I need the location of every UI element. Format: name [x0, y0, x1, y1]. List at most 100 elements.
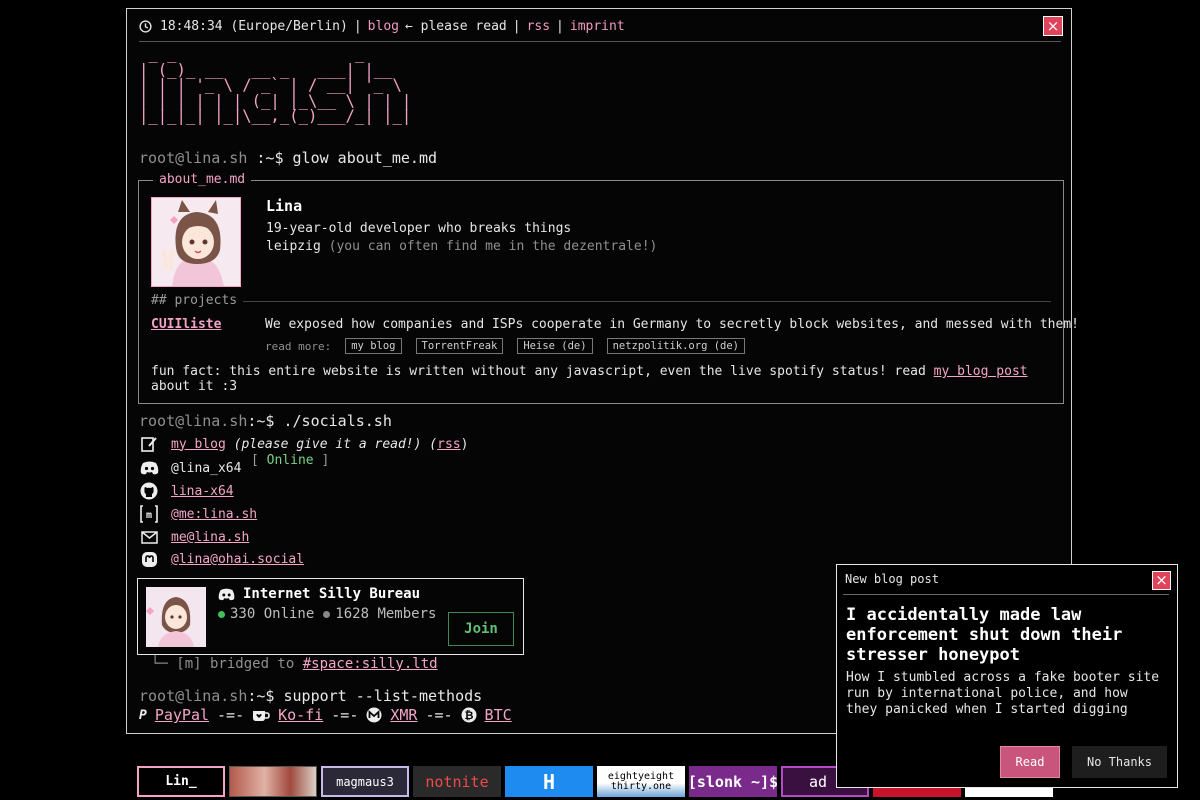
- server-stats: 330 Online 1628 Members: [218, 606, 436, 622]
- profile-name: Lina: [266, 197, 303, 215]
- social-matrix: m @me:lina.sh: [139, 504, 257, 524]
- clock-icon: [139, 19, 152, 33]
- fun-fact: fun fact: this entire website is written…: [151, 364, 1051, 394]
- fun-fact-end: about it :3: [151, 379, 238, 394]
- about-card: about_me.md Lina 19-year-old developer w…: [138, 172, 1079, 404]
- fun-fact-text: fun fact: this entire website is written…: [151, 364, 934, 379]
- bridge-prefix: └─ [m] bridged to: [151, 656, 303, 672]
- badge-lina[interactable]: Lin_: [137, 766, 225, 797]
- matrix-link[interactable]: @me:lina.sh: [171, 507, 257, 522]
- kofi-icon: [253, 710, 270, 721]
- status-close: ]: [313, 453, 330, 468]
- profile-bio: 19-year-old developer who breaks things: [266, 221, 572, 236]
- server-header: Internet Silly Bureau: [218, 586, 420, 602]
- read-button[interactable]: Read: [1000, 746, 1060, 778]
- separator: -=-: [217, 706, 245, 724]
- social-blog-link[interactable]: my blog: [171, 437, 226, 452]
- blog-post-link[interactable]: my blog post: [934, 364, 1028, 379]
- discord-username: @lina_x64: [171, 460, 242, 476]
- kofi-link[interactable]: Ko-fi: [278, 706, 323, 724]
- server-avatar: [146, 587, 206, 647]
- social-mastodon: @lina@ohai.social: [139, 549, 304, 569]
- badge-h[interactable]: H: [505, 766, 593, 797]
- popup-body: How I stumbled across a fake booter site…: [846, 670, 1160, 717]
- social-discord: @lina_x64: [139, 458, 241, 478]
- xmr-link[interactable]: XMR: [390, 706, 417, 724]
- prompt-command: support --list-methods: [283, 687, 483, 705]
- matrix-icon: m: [139, 504, 159, 524]
- prompt-host: root@lina.sh: [139, 149, 248, 167]
- separator: |: [556, 18, 564, 34]
- support-methods: P PayPal -=- Ko-fi -=- XMR -=- ₿ BTC: [139, 706, 512, 724]
- badge-notnite[interactable]: notnite: [413, 766, 501, 797]
- clock-time: 18:48:34 (Europe/Berlin): [160, 18, 348, 34]
- matrix-space-link[interactable]: #space:silly.ltd: [303, 656, 438, 672]
- prompt-host: root@lina.sh: [139, 687, 248, 705]
- separator: |: [512, 18, 521, 34]
- paypal-icon: P: [139, 707, 147, 723]
- github-link[interactable]: lina-x64: [171, 484, 234, 499]
- project-link-cuiiliste[interactable]: CUIIliste: [151, 317, 221, 332]
- discord-server-widget: Internet Silly Bureau 330 Online 1628 Me…: [137, 578, 524, 655]
- svg-text:m: m: [146, 510, 152, 521]
- prompt-host: root@lina.sh: [139, 412, 248, 430]
- close-window-button[interactable]: ×: [1043, 16, 1063, 36]
- popup-close-button[interactable]: ×: [1152, 571, 1171, 590]
- social-github: lina-x64: [139, 481, 234, 501]
- status-open: [: [251, 453, 267, 468]
- top-divider: [139, 41, 1061, 42]
- badge-photo[interactable]: [229, 766, 317, 797]
- badge-eightyeight[interactable]: eightyeight thirty.one: [597, 766, 685, 797]
- online-dot: [218, 610, 225, 618]
- prompt-path: :~$: [247, 149, 293, 167]
- no-thanks-button[interactable]: No Thanks: [1072, 746, 1167, 778]
- location-city: leipzig: [266, 239, 321, 254]
- separator: -=-: [331, 706, 359, 724]
- server-online-count: 330 Online: [230, 606, 315, 622]
- join-server-button[interactable]: Join: [448, 612, 514, 646]
- btc-link[interactable]: BTC: [485, 706, 512, 724]
- projects-divider: [243, 301, 1051, 302]
- server-name: Internet Silly Bureau: [243, 586, 421, 602]
- project-description: We exposed how companies and ISPs cooper…: [265, 317, 1079, 332]
- rss-link[interactable]: rss: [527, 19, 550, 34]
- discord-icon: [139, 458, 159, 478]
- svg-text:₿: ₿: [464, 709, 473, 722]
- blog-link[interactable]: blog: [368, 19, 399, 34]
- read-more-my-blog[interactable]: my blog: [345, 338, 402, 354]
- social-blog: my blog (please give it a read!) (rss): [139, 434, 468, 454]
- paypal-link[interactable]: PayPal: [155, 706, 209, 724]
- projects-heading: ## projects: [151, 293, 238, 308]
- read-more-torrentfreak[interactable]: TorrentFreak: [415, 338, 504, 354]
- read-more-netzpolitik[interactable]: netzpolitik.org (de): [606, 338, 746, 354]
- location-note: (you can often find me in the dezentrale…: [320, 239, 658, 254]
- social-email: me@lina.sh: [139, 527, 249, 547]
- badge-magmaus3[interactable]: magmaus3: [321, 766, 409, 797]
- prompt-about: root@lina.sh :~$ glow about_me.md: [139, 149, 437, 167]
- prompt-support: root@lina.sh:~$ support --list-methods: [139, 687, 482, 705]
- matrix-bridge-note: └─ [m] bridged to #space:silly.ltd: [151, 656, 438, 672]
- new-blog-post-popup: New blog post × I accidentally made law …: [836, 564, 1178, 788]
- mastodon-link[interactable]: @lina@ohai.social: [171, 552, 304, 567]
- avatar: [151, 197, 241, 287]
- server-member-count: 1628 Members: [335, 606, 437, 622]
- blog-note: (please give it a read!) (: [225, 436, 438, 452]
- card-title: about_me.md: [153, 172, 252, 187]
- bitcoin-icon: ₿: [461, 707, 477, 723]
- ascii-logo: _ _ _ | (_)_ __ __ _ ___| |__ | | | '_ \…: [139, 45, 412, 125]
- read-more-heise[interactable]: Heise (de): [517, 338, 593, 354]
- mail-icon: [139, 527, 159, 547]
- badge-slonk[interactable]: [slonk ~]$: [689, 766, 777, 797]
- prompt-path: :~$: [247, 687, 284, 705]
- popup-divider: [843, 594, 1169, 595]
- members-dot: [323, 610, 331, 618]
- imprint-link[interactable]: imprint: [570, 19, 625, 34]
- prompt-command: glow about_me.md: [292, 149, 438, 167]
- email-link[interactable]: me@lina.sh: [171, 530, 249, 545]
- top-bar: 18:48:34 (Europe/Berlin) | blog ← please…: [139, 17, 625, 35]
- popup-headline: I accidentally made law enforcement shut…: [846, 605, 1123, 665]
- prompt-command: ./socials.sh: [283, 412, 392, 430]
- prompt-socials: root@lina.sh:~$ ./socials.sh: [139, 412, 392, 430]
- social-rss-link[interactable]: rss: [437, 437, 460, 452]
- mastodon-icon: [139, 549, 159, 569]
